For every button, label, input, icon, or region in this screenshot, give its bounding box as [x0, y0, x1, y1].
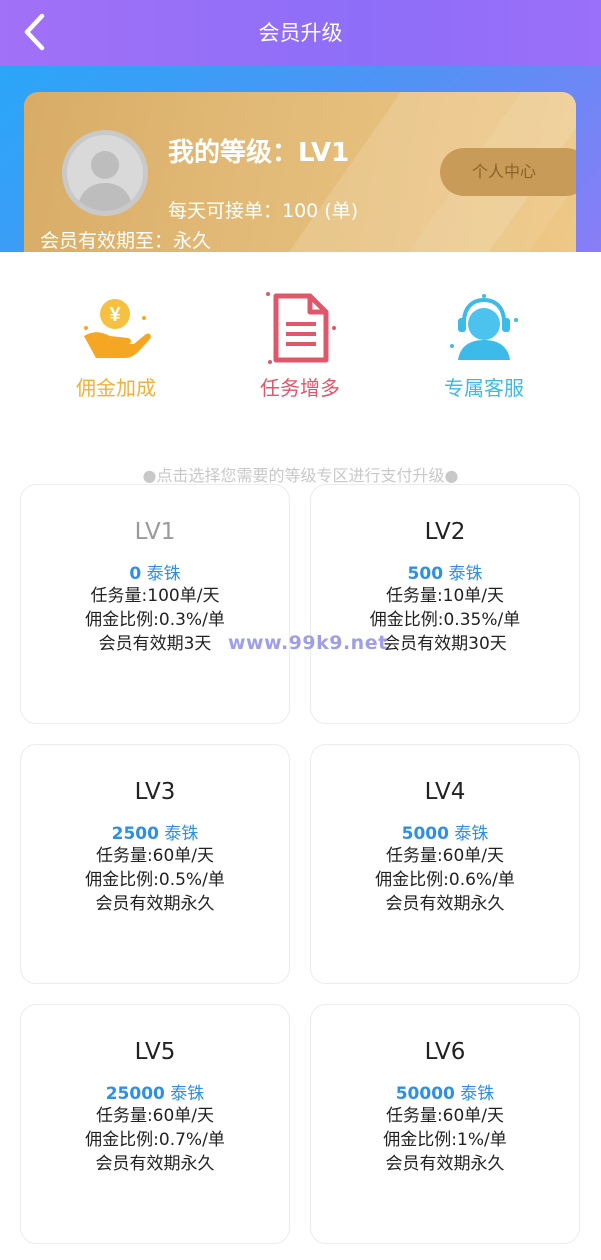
tier-price: 50000 泰铢 [395, 1084, 495, 1104]
tier-validity: 会员有效期永久 [385, 894, 505, 914]
tier-price: 5000 泰铢 [401, 824, 489, 844]
coin-hand-icon: ¥ [84, 299, 151, 358]
tier-tasks: 任务量:10单/天 [385, 586, 505, 606]
tier-tasks: 任务量:60单/天 [95, 846, 215, 866]
tier-card-lv2[interactable]: LV2 500 泰铢 任务量:10单/天 佣金比例:0.35%/单 会员有效期3… [310, 484, 580, 724]
tier-commission: 佣金比例:0.6%/单 [375, 870, 515, 890]
tier-card-lv1[interactable]: LV1 0 泰铢 任务量:100单/天 佣金比例:0.3%/单 会员有效期3天 [20, 484, 290, 724]
tier-commission: 佣金比例:1%/单 [383, 1130, 507, 1150]
page-title: 会员升级 [258, 21, 343, 45]
upgrade-hint: ●点击选择您需要的等级专区进行支付升级● [142, 466, 459, 485]
member-expiry: 会员有效期至：永久 [40, 230, 212, 252]
watermark: www.99k9.net [228, 632, 388, 654]
tier-price: 0 泰铢 [129, 564, 181, 584]
feature-service: 专属客服 [394, 288, 574, 401]
tier-tasks: 任务量:60单/天 [385, 1106, 505, 1126]
feature-commission: ¥ 佣金加成 [26, 288, 206, 401]
user-avatar-icon [77, 151, 133, 211]
tier-name: LV6 [424, 1039, 466, 1065]
tier-commission: 佣金比例:0.3%/单 [85, 610, 225, 630]
avatar [62, 130, 148, 216]
tier-price: 500 泰铢 [407, 564, 483, 584]
feature-row: ¥ 佣金加成 任务增多 专属客服 [0, 252, 601, 412]
tier-commission: 佣金比例:0.5%/单 [85, 870, 225, 890]
tier-tasks: 任务量:60单/天 [385, 846, 505, 866]
feature-label: 佣金加成 [76, 376, 156, 400]
tier-card-lv3[interactable]: LV3 2500 泰铢 任务量:60单/天 佣金比例:0.5%/单 会员有效期永… [20, 744, 290, 984]
personal-center-button[interactable]: 个人中心 [440, 148, 576, 196]
daily-orders: 每天可接单：100 (单) [168, 200, 359, 222]
app-header: 会员升级 [0, 0, 601, 66]
tier-name: LV4 [424, 779, 466, 805]
tier-tasks: 任务量:100单/天 [90, 586, 220, 606]
tier-tasks: 任务量:60单/天 [95, 1106, 215, 1126]
tier-name: LV1 [134, 519, 176, 545]
svg-text:¥: ¥ [109, 304, 121, 326]
feature-label: 专属客服 [444, 376, 524, 400]
feature-tasks: 任务增多 [210, 288, 390, 401]
tier-name: LV3 [134, 779, 176, 805]
tier-price: 25000 泰铢 [105, 1084, 205, 1104]
tier-validity: 会员有效期永久 [95, 1154, 215, 1174]
tier-validity: 会员有效期永久 [95, 894, 215, 914]
tier-name: LV2 [424, 519, 466, 545]
customer-service-icon [450, 294, 518, 360]
tier-validity: 会员有效期永久 [385, 1154, 505, 1174]
document-icon [266, 292, 336, 364]
feature-label: 任务增多 [260, 376, 340, 400]
tier-price: 2500 泰铢 [111, 824, 199, 844]
tier-commission: 佣金比例:0.35%/单 [369, 610, 521, 630]
tier-card-lv6[interactable]: LV6 50000 泰铢 任务量:60单/天 佣金比例:1%/单 会员有效期永久 [310, 1004, 580, 1244]
member-banner: 我的等级：LV1 每天可接单：100 (单) 会员有效期至：永久 个人中心 [0, 66, 601, 252]
member-card: 我的等级：LV1 每天可接单：100 (单) 会员有效期至：永久 个人中心 [24, 92, 576, 252]
tier-name: LV5 [134, 1039, 176, 1065]
tier-card-lv4[interactable]: LV4 5000 泰铢 任务量:60单/天 佣金比例:0.6%/单 会员有效期永… [310, 744, 580, 984]
member-level: 我的等级：LV1 [168, 138, 350, 168]
tier-commission: 佣金比例:0.7%/单 [85, 1130, 225, 1150]
tier-card-lv5[interactable]: LV5 25000 泰铢 任务量:60单/天 佣金比例:0.7%/单 会员有效期… [20, 1004, 290, 1244]
